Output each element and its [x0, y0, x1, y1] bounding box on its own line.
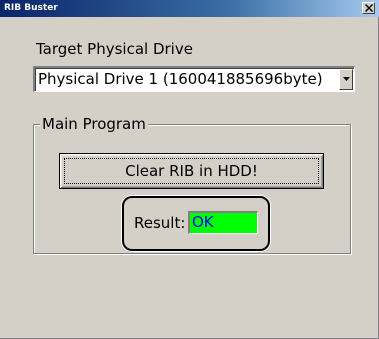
clear-rib-button[interactable]: Clear RIB in HDD! [59, 153, 324, 189]
result-label: Result: [134, 214, 186, 232]
main-program-label: Main Program [40, 115, 148, 133]
target-drive-label: Target Physical Drive [36, 40, 193, 58]
chevron-down-icon [343, 77, 350, 81]
drive-select-value: Physical Drive 1 (160041885696byte) [38, 70, 323, 88]
result-value-field: OK [188, 211, 258, 234]
drive-select[interactable]: Physical Drive 1 (160041885696byte) [33, 66, 355, 92]
drive-select-arrow-button[interactable] [339, 69, 353, 90]
close-button[interactable] [362, 2, 375, 14]
close-icon [365, 4, 373, 12]
window-title: RIB Buster [4, 3, 58, 13]
app-window: RIB Buster Target Physical Drive Physica… [0, 0, 379, 339]
clear-rib-button-label: Clear RIB in HDD! [125, 162, 258, 180]
title-bar[interactable]: RIB Buster [0, 0, 379, 17]
